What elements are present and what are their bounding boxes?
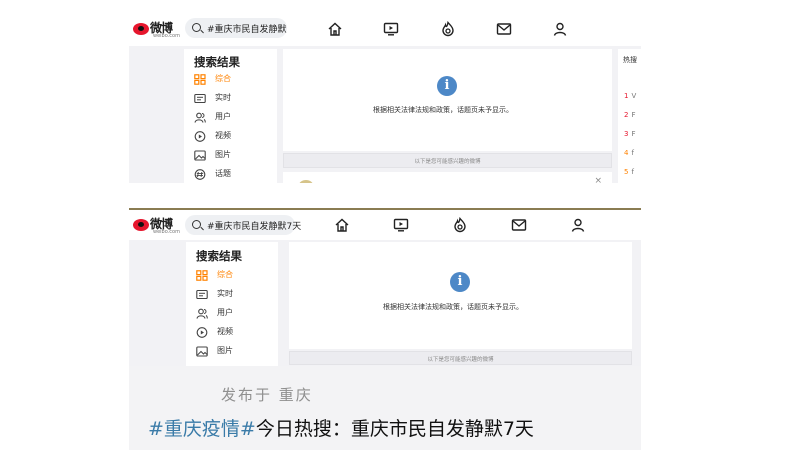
- hot-search-title: 热搜: [623, 56, 637, 64]
- topic-icon: [194, 169, 206, 180]
- user-icon[interactable]: [552, 21, 568, 37]
- hot-rank-item[interactable]: 4f: [624, 149, 634, 157]
- play-icon: [196, 327, 208, 338]
- sidebar-item-label: 用户: [217, 308, 233, 317]
- page: 微博 weibo.com #重庆市民自发静默 搜索结果 综合 实时 用户 视频 …: [0, 0, 800, 450]
- image-icon: [196, 346, 208, 357]
- hot-rank-item[interactable]: 1V: [624, 92, 636, 100]
- home-icon[interactable]: [327, 21, 343, 37]
- recommend-divider: 以下是您可能感兴趣的微博: [289, 351, 632, 365]
- search-value: #重庆市民自发静默7天: [207, 222, 302, 232]
- logo-domain: weibo.com: [153, 33, 180, 39]
- top-navigation-bar: 微博 weibo.com #重庆市民自发静默7天: [129, 210, 641, 240]
- mail-icon[interactable]: [511, 217, 527, 233]
- weibo-screenshot-top: 微博 weibo.com #重庆市民自发静默 搜索结果 综合 实时 用户 视频 …: [129, 12, 641, 183]
- hot-rank-item[interactable]: 3F: [624, 130, 636, 138]
- user-icon[interactable]: [570, 217, 586, 233]
- notice-card: i 根据相关法律法规和政策，话题页未予显示。: [283, 49, 612, 151]
- sidebar-item-label: 图片: [217, 346, 233, 355]
- hot-icon[interactable]: [440, 20, 456, 37]
- blocked-notice: 根据相关法律法规和政策，话题页未予显示。: [373, 106, 513, 114]
- sidebar-item-label: 综合: [217, 270, 233, 279]
- sidebar-item-label: 用户: [215, 112, 231, 121]
- grid-icon: [194, 74, 206, 85]
- sidebar-item-label: 综合: [215, 74, 231, 83]
- play-icon: [194, 131, 206, 142]
- search-input[interactable]: #重庆市民自发静默: [185, 18, 287, 38]
- hot-search-panel: 热搜 1V 2F 3F 4f 5f: [618, 49, 641, 183]
- recommend-label: 以下是您可能感兴趣的微博: [414, 159, 481, 165]
- users-icon: [196, 308, 208, 319]
- post-headline: #重庆疫情#今日热搜：重庆市民自发静默7天: [148, 414, 534, 441]
- sidebar-item-label: 实时: [215, 93, 231, 102]
- headline-text: 今日热搜：重庆市民自发静默7天: [255, 418, 534, 440]
- recommend-divider: 以下是您可能感兴趣的微博: [283, 153, 612, 168]
- info-icon: i: [437, 76, 457, 96]
- weibo-screenshot-bottom: 微博 weibo.com #重庆市民自发静默7天 搜索结果 综合 实时 用户 视…: [129, 208, 641, 366]
- sidebar-item-label: 实时: [217, 289, 233, 298]
- search-result-sidebar: 搜索结果 综合 实时 用户 视频 图片: [186, 242, 278, 366]
- recommend-label: 以下是您可能感兴趣的微博: [427, 357, 494, 363]
- realtime-icon: [196, 289, 208, 300]
- weibo-eye-icon: [133, 219, 149, 231]
- recommended-post-card[interactable]: ×: [283, 172, 612, 183]
- notice-card: i 根据相关法律法规和政策，话题页未予显示。: [289, 242, 632, 349]
- weibo-logo[interactable]: 微博 weibo.com: [133, 19, 180, 41]
- weibo-logo[interactable]: 微博 weibo.com: [133, 215, 180, 237]
- sidebar-heading: 搜索结果: [196, 249, 242, 263]
- home-icon[interactable]: [334, 217, 350, 233]
- sidebar-item-label: 话题: [215, 169, 231, 178]
- weibo-eye-icon: [133, 23, 149, 35]
- logo-domain: weibo.com: [153, 229, 180, 235]
- mail-icon[interactable]: [496, 21, 512, 37]
- search-result-sidebar: 搜索结果 综合 实时 用户 视频 图片 话题: [184, 49, 277, 183]
- sidebar-item-label: 视频: [215, 131, 231, 140]
- sidebar-item-label: 图片: [215, 150, 231, 159]
- blocked-notice: 根据相关法律法规和政策，话题页未予显示。: [383, 303, 523, 311]
- search-icon: [192, 220, 201, 229]
- top-navigation-bar: 微博 weibo.com #重庆市民自发静默: [129, 12, 641, 46]
- close-icon[interactable]: ×: [594, 176, 602, 183]
- hot-rank-item[interactable]: 2F: [624, 111, 636, 119]
- info-icon: i: [450, 272, 470, 292]
- search-value: #重庆市民自发静默: [207, 25, 287, 35]
- search-input[interactable]: #重庆市民自发静默7天: [185, 215, 301, 235]
- grid-icon: [196, 270, 208, 281]
- video-icon[interactable]: [383, 21, 399, 37]
- video-icon[interactable]: [393, 217, 409, 233]
- hot-rank-item[interactable]: 5f: [624, 168, 634, 176]
- sidebar-item-label: 视频: [217, 327, 233, 336]
- search-icon: [192, 23, 201, 32]
- image-icon: [194, 150, 206, 161]
- hot-icon[interactable]: [452, 216, 468, 233]
- post-location: 发布于 重庆: [221, 386, 313, 404]
- realtime-icon: [194, 93, 206, 104]
- users-icon: [194, 112, 206, 123]
- hashtag-link[interactable]: #重庆疫情#: [148, 418, 256, 440]
- post-avatar[interactable]: [299, 180, 313, 183]
- post-caption: 发布于 重庆 #重庆疫情#今日热搜：重庆市民自发静默7天: [129, 366, 641, 450]
- sidebar-heading: 搜索结果: [194, 55, 240, 69]
